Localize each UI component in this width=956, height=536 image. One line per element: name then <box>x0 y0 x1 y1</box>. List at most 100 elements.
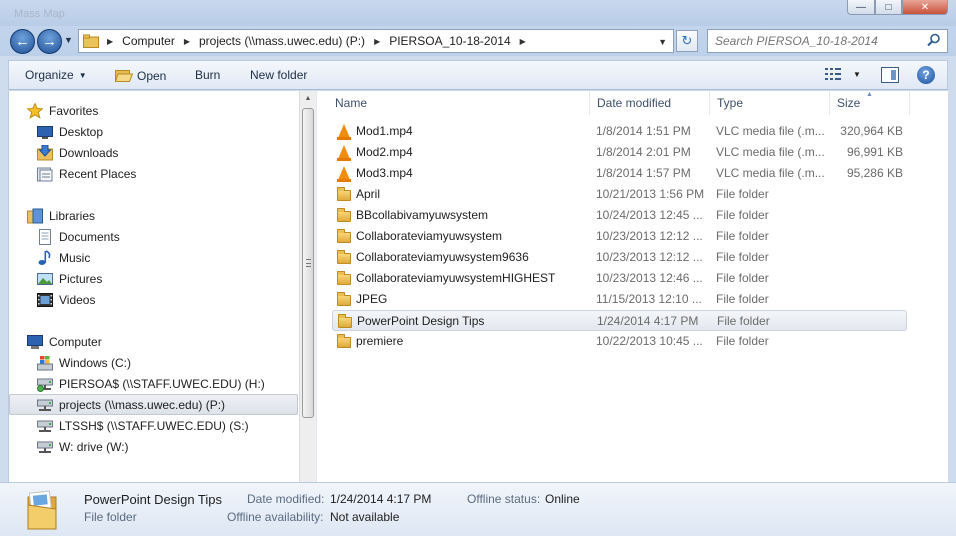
details-name: PowerPoint Design Tips <box>84 492 223 507</box>
nav-favorites[interactable]: Favorites <box>27 100 98 121</box>
nav-videos[interactable]: Videos <box>37 289 95 310</box>
nav-drive-p-label: projects (\\mass.uwec.edu) (P:) <box>59 397 226 412</box>
recent-pages-dropdown[interactable]: ▼ <box>64 35 73 45</box>
column-header-type[interactable]: Type <box>710 91 830 115</box>
nav-recent-places-label: Recent Places <box>59 166 137 181</box>
refresh-icon: ↻ <box>681 33 693 48</box>
file-type: VLC media file (.m... <box>716 166 825 180</box>
address-history-dropdown-icon[interactable]: ▼ <box>658 37 667 47</box>
column-header-date-modified[interactable]: Date modified <box>590 91 710 115</box>
details-offline-status-label: Offline status: <box>467 492 541 506</box>
recent-places-icon <box>37 167 53 181</box>
file-row[interactable]: Collaborateviamyuwsystem9636 10/23/2013 … <box>332 247 907 268</box>
scrollbar-thumb[interactable] <box>302 108 314 418</box>
search-icon[interactable] <box>927 33 941 47</box>
file-type: File folder <box>716 334 769 348</box>
help-icon[interactable]: ? <box>917 66 935 84</box>
file-row[interactable]: Mod1.mp4 1/8/2014 1:51 PM VLC media file… <box>332 121 907 142</box>
folder-icon <box>83 34 99 48</box>
file-date: 10/23/2013 12:12 ... <box>596 250 703 264</box>
nav-libraries[interactable]: Libraries <box>27 205 95 226</box>
nav-drive-h[interactable]: PIERSOA$ (\\STAFF.UWEC.EDU) (H:) <box>37 373 265 394</box>
details-pane: PowerPoint Design Tips File folder Date … <box>0 482 956 536</box>
file-row[interactable]: JPEG 11/15/2013 12:10 ... File folder <box>332 289 907 310</box>
open-button[interactable]: Open <box>115 68 166 83</box>
file-name: April <box>356 187 381 201</box>
nav-desktop[interactable]: Desktop <box>37 121 103 142</box>
nav-drive-c[interactable]: Windows (C:) <box>37 352 131 373</box>
navigation-scrollbar[interactable]: ▲ <box>299 91 316 482</box>
new-folder-button[interactable]: New folder <box>250 68 307 82</box>
nav-drive-s-label: LTSSH$ (\\STAFF.UWEC.EDU) (S:) <box>59 418 249 433</box>
forward-button[interactable]: → <box>37 29 62 54</box>
minimize-button[interactable]: — <box>847 0 875 15</box>
file-row[interactable]: Mod3.mp4 1/8/2014 1:57 PM VLC media file… <box>332 163 907 184</box>
details-view-icon <box>825 68 841 80</box>
chevron-down-icon: ▼ <box>853 69 861 79</box>
file-name: Collaborateviamyuwsystem9636 <box>356 250 529 264</box>
details-availability-value: Not available <box>330 510 400 524</box>
file-size: 95,286 KB <box>846 166 903 180</box>
nav-videos-label: Videos <box>59 292 96 307</box>
breadcrumb-separator-icon[interactable]: ▶ <box>374 37 380 46</box>
close-button[interactable]: ✕ <box>902 0 948 15</box>
nav-drive-p[interactable]: projects (\\mass.uwec.edu) (P:) <box>9 394 298 415</box>
file-type: File folder <box>716 292 769 306</box>
nav-drive-s[interactable]: LTSSH$ (\\STAFF.UWEC.EDU) (S:) <box>37 415 249 436</box>
back-button[interactable]: ← <box>10 29 35 54</box>
nav-pictures-label: Pictures <box>59 271 103 286</box>
navigation-row: ← → ▼ ▶ Computer ▶ projects (\\mass.uwec… <box>0 26 956 56</box>
star-icon <box>27 102 43 119</box>
vlc-icon <box>336 124 352 140</box>
search-box[interactable] <box>707 29 948 53</box>
change-view-button[interactable]: ▼ <box>825 68 861 80</box>
breadcrumb-separator-icon[interactable]: ▶ <box>184 37 190 46</box>
file-date: 1/8/2014 1:57 PM <box>596 166 691 180</box>
file-size: 320,964 KB <box>840 124 903 138</box>
file-type: VLC media file (.m... <box>716 124 825 138</box>
file-row[interactable]: CollaborateviamyuwsystemHIGHEST 10/23/20… <box>332 268 907 289</box>
file-row[interactable]: premiere 10/22/2013 10:45 ... File folde… <box>332 331 907 352</box>
computer-icon <box>27 334 43 349</box>
search-input[interactable] <box>708 30 923 52</box>
vlc-icon <box>336 166 352 182</box>
nav-recent-places[interactable]: Recent Places <box>37 163 136 184</box>
details-date-value: 1/24/2014 4:17 PM <box>330 492 432 506</box>
file-row[interactable]: Collaborateviamyuwsystem 10/23/2013 12:1… <box>332 226 907 247</box>
refresh-button[interactable]: ↻ <box>676 30 698 52</box>
nav-computer[interactable]: Computer <box>27 331 102 352</box>
file-row[interactable]: BBcollabivamyuwsystem 10/24/2013 12:45 .… <box>332 205 907 226</box>
open-label: Open <box>137 68 167 83</box>
breadcrumb-separator-icon[interactable]: ▶ <box>520 37 526 46</box>
folder-icon <box>336 208 352 224</box>
breadcrumb-current-folder[interactable]: PIERSOA_10-18-2014 <box>389 34 510 48</box>
preview-pane-icon[interactable] <box>881 67 899 83</box>
address-bar[interactable]: ▶ Computer ▶ projects (\\mass.uwec.edu) … <box>78 29 674 53</box>
chevron-down-icon: ▼ <box>64 35 73 45</box>
file-row-selected[interactable]: PowerPoint Design Tips 1/24/2014 4:17 PM… <box>332 310 907 331</box>
file-date: 10/22/2013 10:45 ... <box>596 334 703 348</box>
breadcrumb-separator-icon: ▶ <box>107 36 114 46</box>
organize-button[interactable]: Organize ▼ <box>25 68 87 82</box>
nav-downloads[interactable]: Downloads <box>37 142 118 163</box>
file-name: BBcollabivamyuwsystem <box>356 208 489 222</box>
file-row[interactable]: Mod2.mp4 1/8/2014 2:01 PM VLC media file… <box>332 142 907 163</box>
burn-button[interactable]: Burn <box>195 68 220 82</box>
file-name: Mod1.mp4 <box>356 124 413 138</box>
maximize-button[interactable]: □ <box>875 0 902 15</box>
file-name: Collaborateviamyuwsystem <box>356 229 503 243</box>
file-row[interactable]: April 10/21/2013 1:56 PM File folder <box>332 184 907 205</box>
scroll-up-arrow-icon[interactable]: ▲ <box>300 91 316 106</box>
file-date: 10/23/2013 12:12 ... <box>596 229 703 243</box>
nav-desktop-label: Desktop <box>59 124 104 139</box>
network-drive-icon <box>37 378 53 392</box>
nav-pictures[interactable]: Pictures <box>37 268 102 289</box>
nav-drive-w[interactable]: W: drive (W:) <box>37 436 129 457</box>
breadcrumb-projects-drive[interactable]: projects (\\mass.uwec.edu) (P:) <box>199 34 365 48</box>
nav-music[interactable]: Music <box>37 247 90 268</box>
nav-documents[interactable]: Documents <box>37 226 120 247</box>
file-type: File folder <box>716 229 769 243</box>
breadcrumb-computer[interactable]: Computer <box>122 34 175 48</box>
column-header-name[interactable]: Name <box>328 91 590 115</box>
network-drive-icon <box>37 399 53 411</box>
